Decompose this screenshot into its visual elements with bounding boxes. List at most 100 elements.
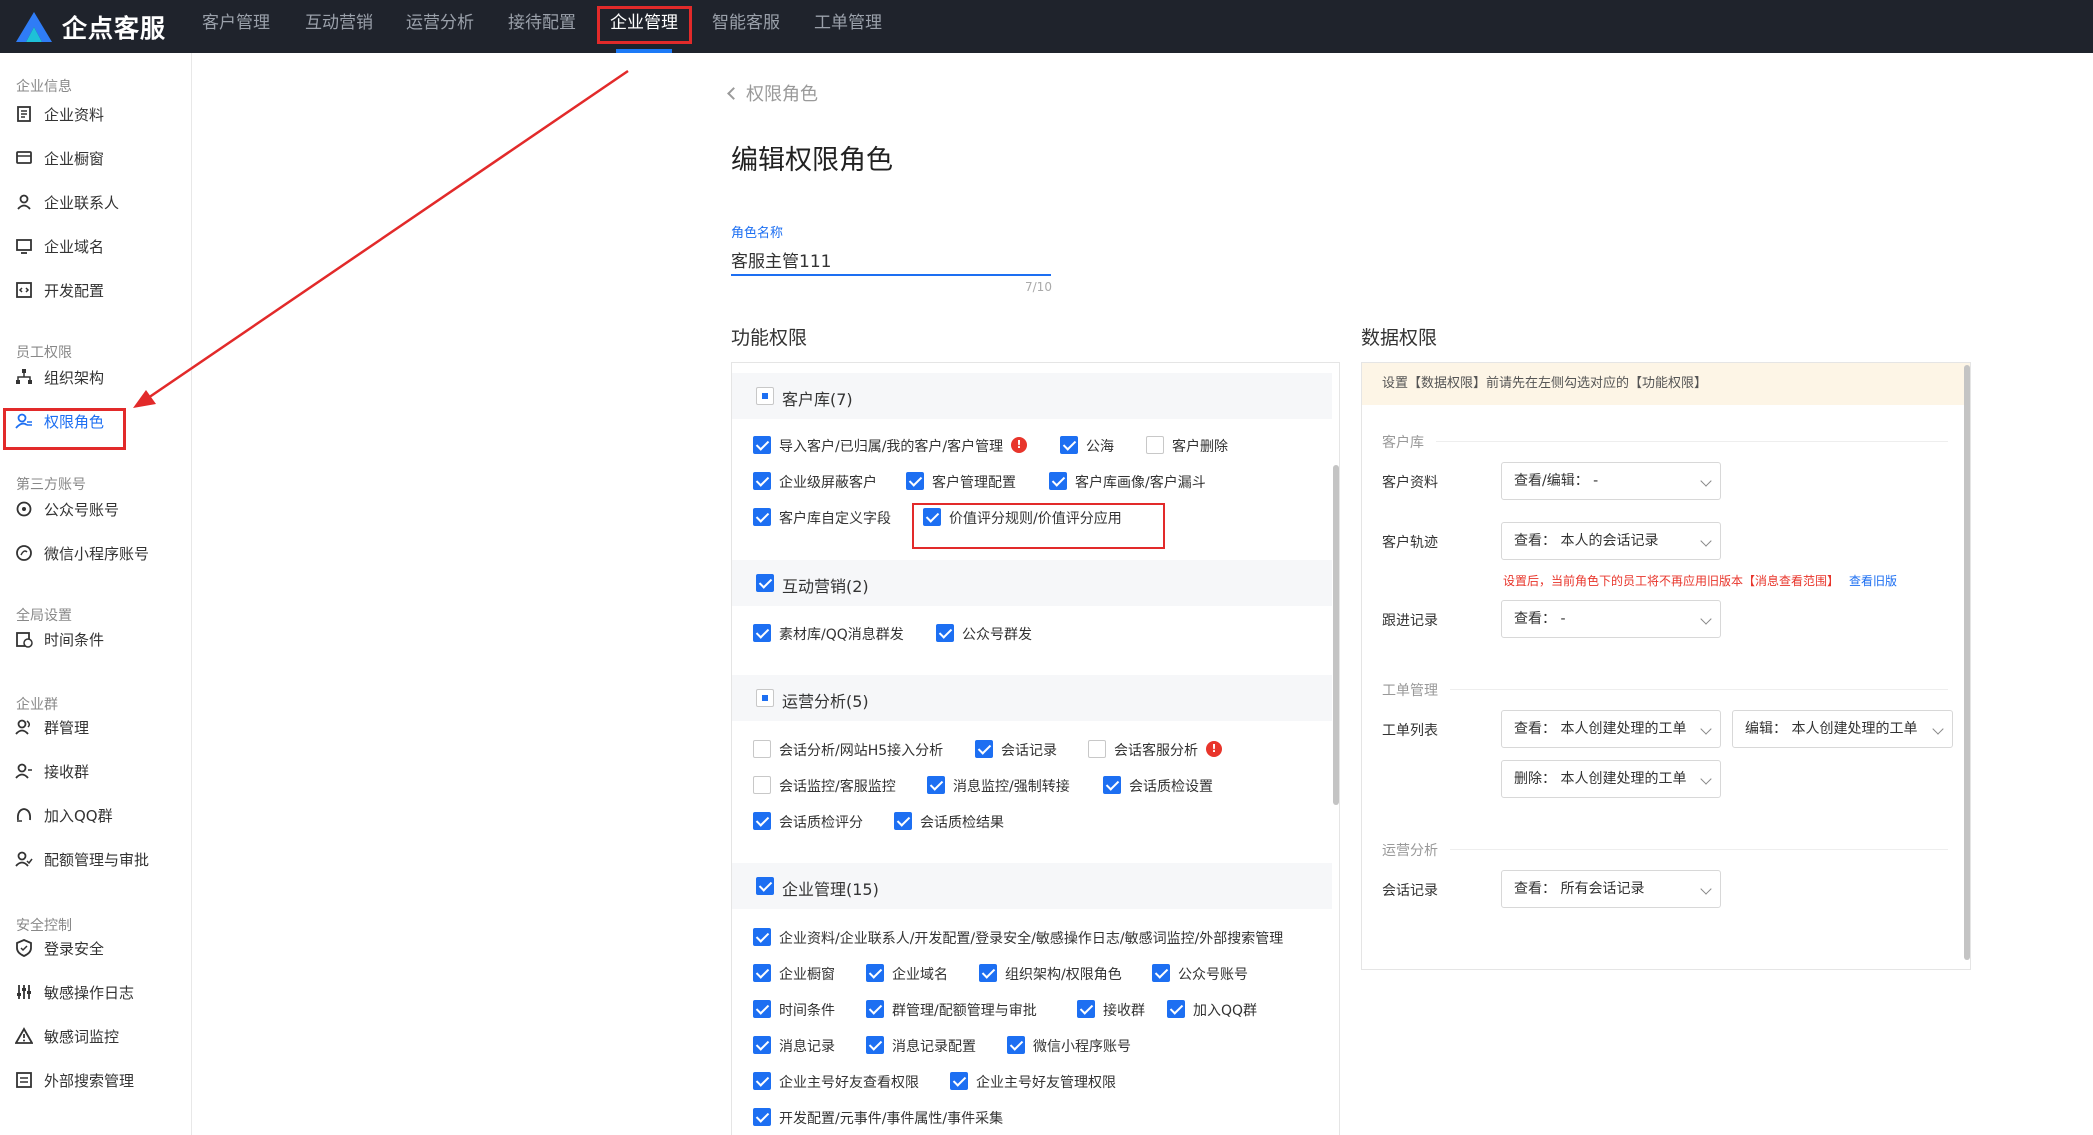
data-scope-select[interactable]: 查看： -: [1501, 600, 1721, 638]
sidebar-item[interactable]: 企业橱窗: [14, 142, 104, 174]
sidebar-item[interactable]: 配额管理与审批: [14, 843, 149, 875]
sidebar-item-label: 企业域名: [44, 237, 105, 256]
sidebar-item[interactable]: 公众号账号: [14, 493, 119, 525]
permission-checkbox[interactable]: [753, 1036, 771, 1054]
data-scope-select[interactable]: 查看： 本人的会话记录: [1501, 522, 1721, 560]
role-name-input[interactable]: [731, 244, 1051, 276]
permission-checkbox[interactable]: [936, 624, 954, 642]
permission-checkbox[interactable]: [753, 740, 771, 758]
permission-checkbox[interactable]: [1060, 436, 1078, 454]
list-icon: [14, 1070, 34, 1090]
sidebar-item[interactable]: 接收群: [14, 755, 89, 787]
tip-text: 设置后，当前角色下的员工将不再应用旧版本【消息查看范围】: [1503, 574, 1840, 588]
permission-checkbox[interactable]: [753, 508, 771, 526]
permission-checkbox[interactable]: [1152, 964, 1170, 982]
nav-tab-0[interactable]: 客户管理: [202, 0, 270, 53]
data-section-title: 工单管理: [1382, 683, 1438, 699]
sidebar-item[interactable]: 企业联系人: [14, 186, 119, 218]
permission-checkbox[interactable]: [1077, 1000, 1095, 1018]
data-permission-tip: 设置后，当前角色下的员工将不再应用旧版本【消息查看范围】 查看旧版: [1503, 572, 1897, 589]
permission-checkbox[interactable]: [979, 964, 997, 982]
data-scope-select[interactable]: 查看/编辑： -: [1501, 462, 1721, 500]
view-old-version-link[interactable]: 查看旧版: [1849, 574, 1897, 588]
app-logo[interactable]: 企点客服: [14, 8, 166, 46]
select-value: 编辑： 本人创建处理的工单: [1745, 721, 1918, 737]
nav-tab-3[interactable]: 接待配置: [508, 0, 576, 53]
group-checkbox[interactable]: [756, 574, 774, 592]
sidebar-item[interactable]: 登录安全: [14, 932, 104, 964]
permission-checkbox[interactable]: [1007, 1036, 1025, 1054]
permission-checkbox[interactable]: [753, 436, 771, 454]
data-scope-select[interactable]: 查看： 本人创建处理的工单: [1501, 710, 1721, 748]
permission-checkbox[interactable]: [866, 964, 884, 982]
data-scope-select[interactable]: 查看： 所有会话记录: [1501, 870, 1721, 908]
sidebar-item[interactable]: 组织架构: [14, 361, 104, 393]
showcase-icon: [14, 148, 34, 168]
permission-label: 时间条件: [779, 1003, 835, 1019]
document-icon: [14, 104, 34, 124]
sidebar-item[interactable]: 加入QQ群: [14, 799, 113, 831]
permission-checkbox[interactable]: [1146, 436, 1164, 454]
nav-tab-4[interactable]: 企业管理: [610, 0, 678, 53]
permission-checkbox[interactable]: [753, 472, 771, 490]
nav-tab-6[interactable]: 工单管理: [814, 0, 882, 53]
permission-checkbox[interactable]: [753, 1000, 771, 1018]
sidebar-item[interactable]: 敏感词监控: [14, 1020, 119, 1052]
back-link[interactable]: 权限角色: [727, 80, 818, 106]
sidebar-item[interactable]: 微信小程序账号: [14, 537, 149, 569]
permission-label: 企业级屏蔽客户: [779, 475, 877, 491]
sidebar-item[interactable]: 时间条件: [14, 623, 104, 655]
chevron-down-icon: [1700, 475, 1712, 487]
permission-checkbox[interactable]: [975, 740, 993, 758]
data-row-label: 跟进记录: [1382, 613, 1438, 629]
permission-label: 公众号账号: [1178, 967, 1248, 983]
data-scope-select[interactable]: 删除： 本人创建处理的工单: [1501, 760, 1721, 798]
data-section-title: 客户库: [1382, 435, 1424, 451]
sidebar-item[interactable]: 开发配置: [14, 274, 104, 306]
permission-label: 开发配置/元事件/事件属性/事件采集: [779, 1111, 1004, 1127]
nav-tab-1[interactable]: 互动营销: [305, 0, 373, 53]
permission-checkbox[interactable]: [753, 812, 771, 830]
warning-icon: [14, 1026, 34, 1046]
permission-group-header: 企业管理(15): [732, 863, 1332, 909]
sidebar-item-label: 配额管理与审批: [44, 850, 150, 869]
permission-checkbox[interactable]: [1103, 776, 1121, 794]
data-scope-select[interactable]: 编辑： 本人创建处理的工单: [1732, 710, 1953, 748]
nav-tab-label: 工单管理: [814, 13, 882, 33]
permission-label: 会话质检评分: [779, 815, 863, 831]
function-panel-scrollbar[interactable]: [1333, 465, 1339, 805]
group-checkbox[interactable]: [756, 387, 774, 405]
permission-checkbox[interactable]: [753, 1072, 771, 1090]
permission-checkbox[interactable]: [753, 624, 771, 642]
sidebar-item[interactable]: 外部搜索管理: [14, 1064, 134, 1096]
permission-checkbox[interactable]: [894, 812, 912, 830]
permission-checkbox[interactable]: [753, 964, 771, 982]
code-icon: [14, 280, 34, 300]
group-checkbox[interactable]: [756, 689, 774, 707]
permission-checkbox[interactable]: [927, 776, 945, 794]
sidebar-item[interactable]: 群管理: [14, 711, 89, 743]
sidebar-item[interactable]: 敏感操作日志: [14, 976, 134, 1008]
permission-checkbox[interactable]: [866, 1036, 884, 1054]
permission-checkbox[interactable]: [1088, 740, 1106, 758]
data-panel-scrollbar[interactable]: [1964, 365, 1970, 960]
permission-checkbox[interactable]: [866, 1000, 884, 1018]
nav-tab-5[interactable]: 智能客服: [712, 0, 780, 53]
permission-checkbox[interactable]: [1049, 472, 1067, 490]
permission-checkbox[interactable]: [753, 928, 771, 946]
permission-label: 客户删除: [1172, 439, 1228, 455]
permission-checkbox[interactable]: [753, 1108, 771, 1126]
permission-checkbox[interactable]: [1167, 1000, 1185, 1018]
permission-label: 客户库自定义字段: [779, 511, 891, 527]
permission-checkbox[interactable]: [906, 472, 924, 490]
sidebar-item[interactable]: 企业资料: [14, 98, 104, 130]
mini-program-icon: [14, 543, 34, 563]
permission-label: 公海: [1086, 439, 1114, 455]
sidebar-item[interactable]: 企业域名: [14, 230, 104, 262]
permission-label: 企业主号好友查看权限: [779, 1075, 919, 1091]
group-checkbox[interactable]: [756, 877, 774, 895]
permission-checkbox[interactable]: [950, 1072, 968, 1090]
permission-checkbox[interactable]: [753, 776, 771, 794]
nav-tab-2[interactable]: 运营分析: [406, 0, 474, 53]
sidebar-item-label: 登录安全: [44, 939, 105, 958]
